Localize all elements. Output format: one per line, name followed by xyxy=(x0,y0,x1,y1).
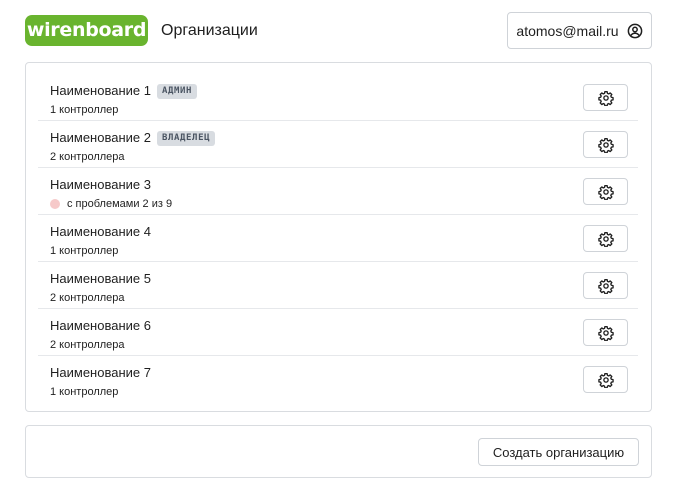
organization-name: Наименование 2 xyxy=(50,130,151,145)
organization-subtitle: 2 контроллера xyxy=(50,291,125,305)
gear-icon xyxy=(597,278,614,294)
organization-name-line: Наименование 7 xyxy=(50,364,151,382)
organization-name-line: Наименование 4 xyxy=(50,223,151,241)
organization-settings-button[interactable] xyxy=(583,366,628,393)
problem-status-dot xyxy=(50,199,60,209)
gear-icon xyxy=(597,90,614,106)
user-email: atomos@mail.ru xyxy=(516,22,619,39)
organization-subtitle: 2 контроллера xyxy=(50,150,125,164)
organization-name-line: Наименование 5 xyxy=(50,270,151,288)
organization-name: Наименование 4 xyxy=(50,224,151,239)
organization-subtitle: 2 контроллера xyxy=(50,338,125,352)
organization-settings-button[interactable] xyxy=(583,272,628,299)
organization-settings-button[interactable] xyxy=(583,178,628,205)
controller-count: 2 контроллера xyxy=(50,151,125,163)
organization-name-line: Наименование 6 xyxy=(50,317,151,335)
controller-count: 1 контроллер xyxy=(50,386,119,398)
organization-subtitle: 1 контроллер xyxy=(50,385,118,399)
gear-icon xyxy=(597,372,614,388)
organization-subtitle: 1 контроллер xyxy=(50,103,118,117)
gear-icon xyxy=(597,137,614,153)
gear-icon xyxy=(597,184,614,200)
gear-icon xyxy=(597,231,614,247)
organization-subtitle: с проблемами 2 из 9 xyxy=(50,197,172,211)
controller-count: с проблемами 2 из 9 xyxy=(67,198,173,210)
controller-count: 1 контроллер xyxy=(50,104,119,116)
organization-name: Наименование 7 xyxy=(50,365,151,380)
organization-settings-button[interactable] xyxy=(583,84,628,111)
account-circle-icon xyxy=(627,23,643,39)
organization-row[interactable]: Наименование 7 1 контроллер xyxy=(38,356,638,403)
wirenboard-logo[interactable]: wirenboard xyxy=(25,15,148,46)
organization-settings-button[interactable] xyxy=(583,131,628,158)
organization-row[interactable]: Наименование 2 ВЛАДЕЛЕЦ 2 контроллера xyxy=(38,121,638,168)
organization-row[interactable]: Наименование 1 АДМИН 1 контроллер xyxy=(38,74,638,121)
organization-name: Наименование 1 xyxy=(50,83,151,98)
organization-settings-button[interactable] xyxy=(583,225,628,252)
organization-name: Наименование 6 xyxy=(50,318,151,333)
page-title: Организации xyxy=(161,22,258,39)
controller-count: 2 контроллера xyxy=(50,292,125,304)
organization-name: Наименование 3 xyxy=(50,177,151,192)
organizations-list: Наименование 1 АДМИН 1 контроллер Наименова… xyxy=(25,62,652,412)
organization-name-line: Наименование 3 xyxy=(50,176,151,194)
controller-count: 1 контроллер xyxy=(50,245,119,257)
organization-row[interactable]: Наименование 6 2 контроллера xyxy=(38,309,638,356)
organization-subtitle: 1 контроллер xyxy=(50,244,118,258)
role-badge: ВЛАДЕЛЕЦ xyxy=(156,130,216,146)
organization-row[interactable]: Наименование 3 с проблемами 2 из 9 xyxy=(38,168,638,215)
organization-name-line: Наименование 2 ВЛАДЕЛЕЦ xyxy=(50,129,216,147)
organization-name-line: Наименование 1 АДМИН xyxy=(50,82,198,100)
user-account-button[interactable]: atomos@mail.ru xyxy=(507,12,652,49)
organization-settings-button[interactable] xyxy=(583,319,628,346)
footer-panel: Создать организацию xyxy=(25,425,652,478)
organization-row[interactable]: Наименование 5 2 контроллера xyxy=(38,262,638,309)
create-organization-button[interactable]: Создать организацию xyxy=(478,438,639,466)
header: wirenboard Организации atomos@mail.ru xyxy=(0,0,676,62)
role-badge: АДМИН xyxy=(156,83,198,99)
organization-row[interactable]: Наименование 4 1 контроллер xyxy=(38,215,638,262)
organization-name: Наименование 5 xyxy=(50,271,151,286)
gear-icon xyxy=(597,325,614,341)
controller-count: 2 контроллера xyxy=(50,339,125,351)
